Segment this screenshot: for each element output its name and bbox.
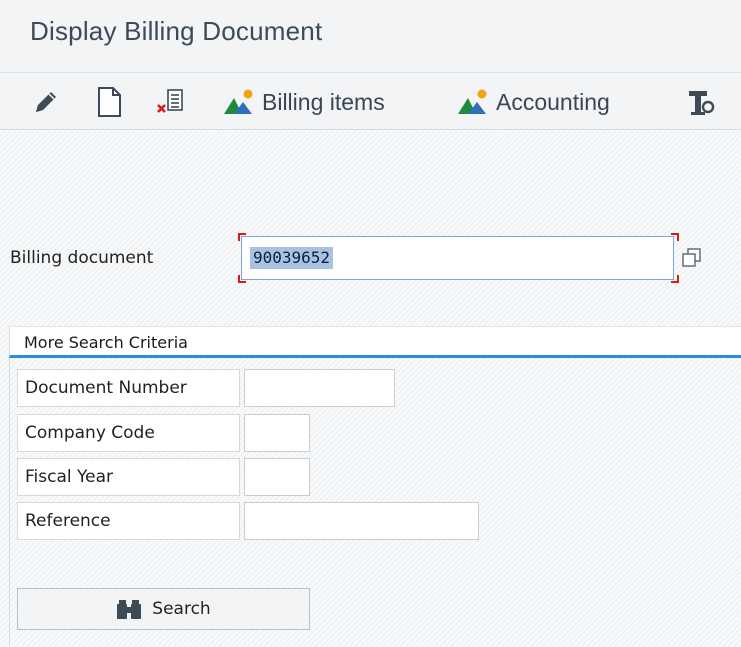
value-help-button[interactable] — [680, 246, 704, 270]
search-label: Search — [152, 599, 211, 619]
billing-document-value: 90039652 — [250, 247, 334, 269]
mountain-icon — [224, 89, 253, 114]
copy-icon — [682, 248, 701, 267]
required-marker — [671, 275, 679, 283]
reference-label: Reference — [17, 502, 240, 540]
search-criteria-title: More Search Criteria — [24, 333, 188, 352]
search-button[interactable]: Search — [17, 588, 310, 630]
document-number-input[interactable] — [244, 369, 395, 407]
search-criteria-header: More Search Criteria — [9, 326, 741, 358]
cancel-document-button[interactable] — [154, 83, 188, 121]
company-code-input[interactable] — [244, 414, 310, 452]
document-icon — [98, 87, 121, 117]
mountain-icon — [458, 89, 487, 114]
required-marker — [238, 233, 246, 241]
cancel-document-icon — [157, 89, 183, 113]
accounting-label: Accounting — [496, 88, 610, 115]
create-document-button[interactable] — [94, 83, 126, 121]
pencil-icon — [36, 92, 56, 112]
binoculars-icon — [117, 600, 142, 619]
required-marker — [671, 233, 679, 241]
billing-items-label: Billing items — [262, 88, 385, 115]
title-bar: Display Billing Document — [0, 0, 741, 72]
document-number-label: Document Number — [17, 369, 240, 407]
billing-document-label: Billing document — [10, 248, 154, 268]
accounting-button[interactable]: Accounting — [456, 83, 610, 121]
more-tools-button[interactable] — [686, 83, 716, 121]
fiscal-year-label: Fiscal Year — [17, 458, 240, 496]
edit-button[interactable] — [30, 83, 62, 121]
page-title: Display Billing Document — [30, 16, 323, 46]
fiscal-year-input[interactable] — [244, 458, 310, 496]
billing-items-button[interactable]: Billing items — [222, 83, 385, 121]
application-toolbar: Billing items Accounting — [0, 72, 741, 130]
required-marker — [238, 275, 246, 283]
billing-document-input[interactable]: 90039652 — [241, 236, 674, 280]
reference-input[interactable] — [244, 502, 479, 540]
company-code-label: Company Code — [17, 414, 240, 452]
tools-icon — [689, 91, 715, 115]
